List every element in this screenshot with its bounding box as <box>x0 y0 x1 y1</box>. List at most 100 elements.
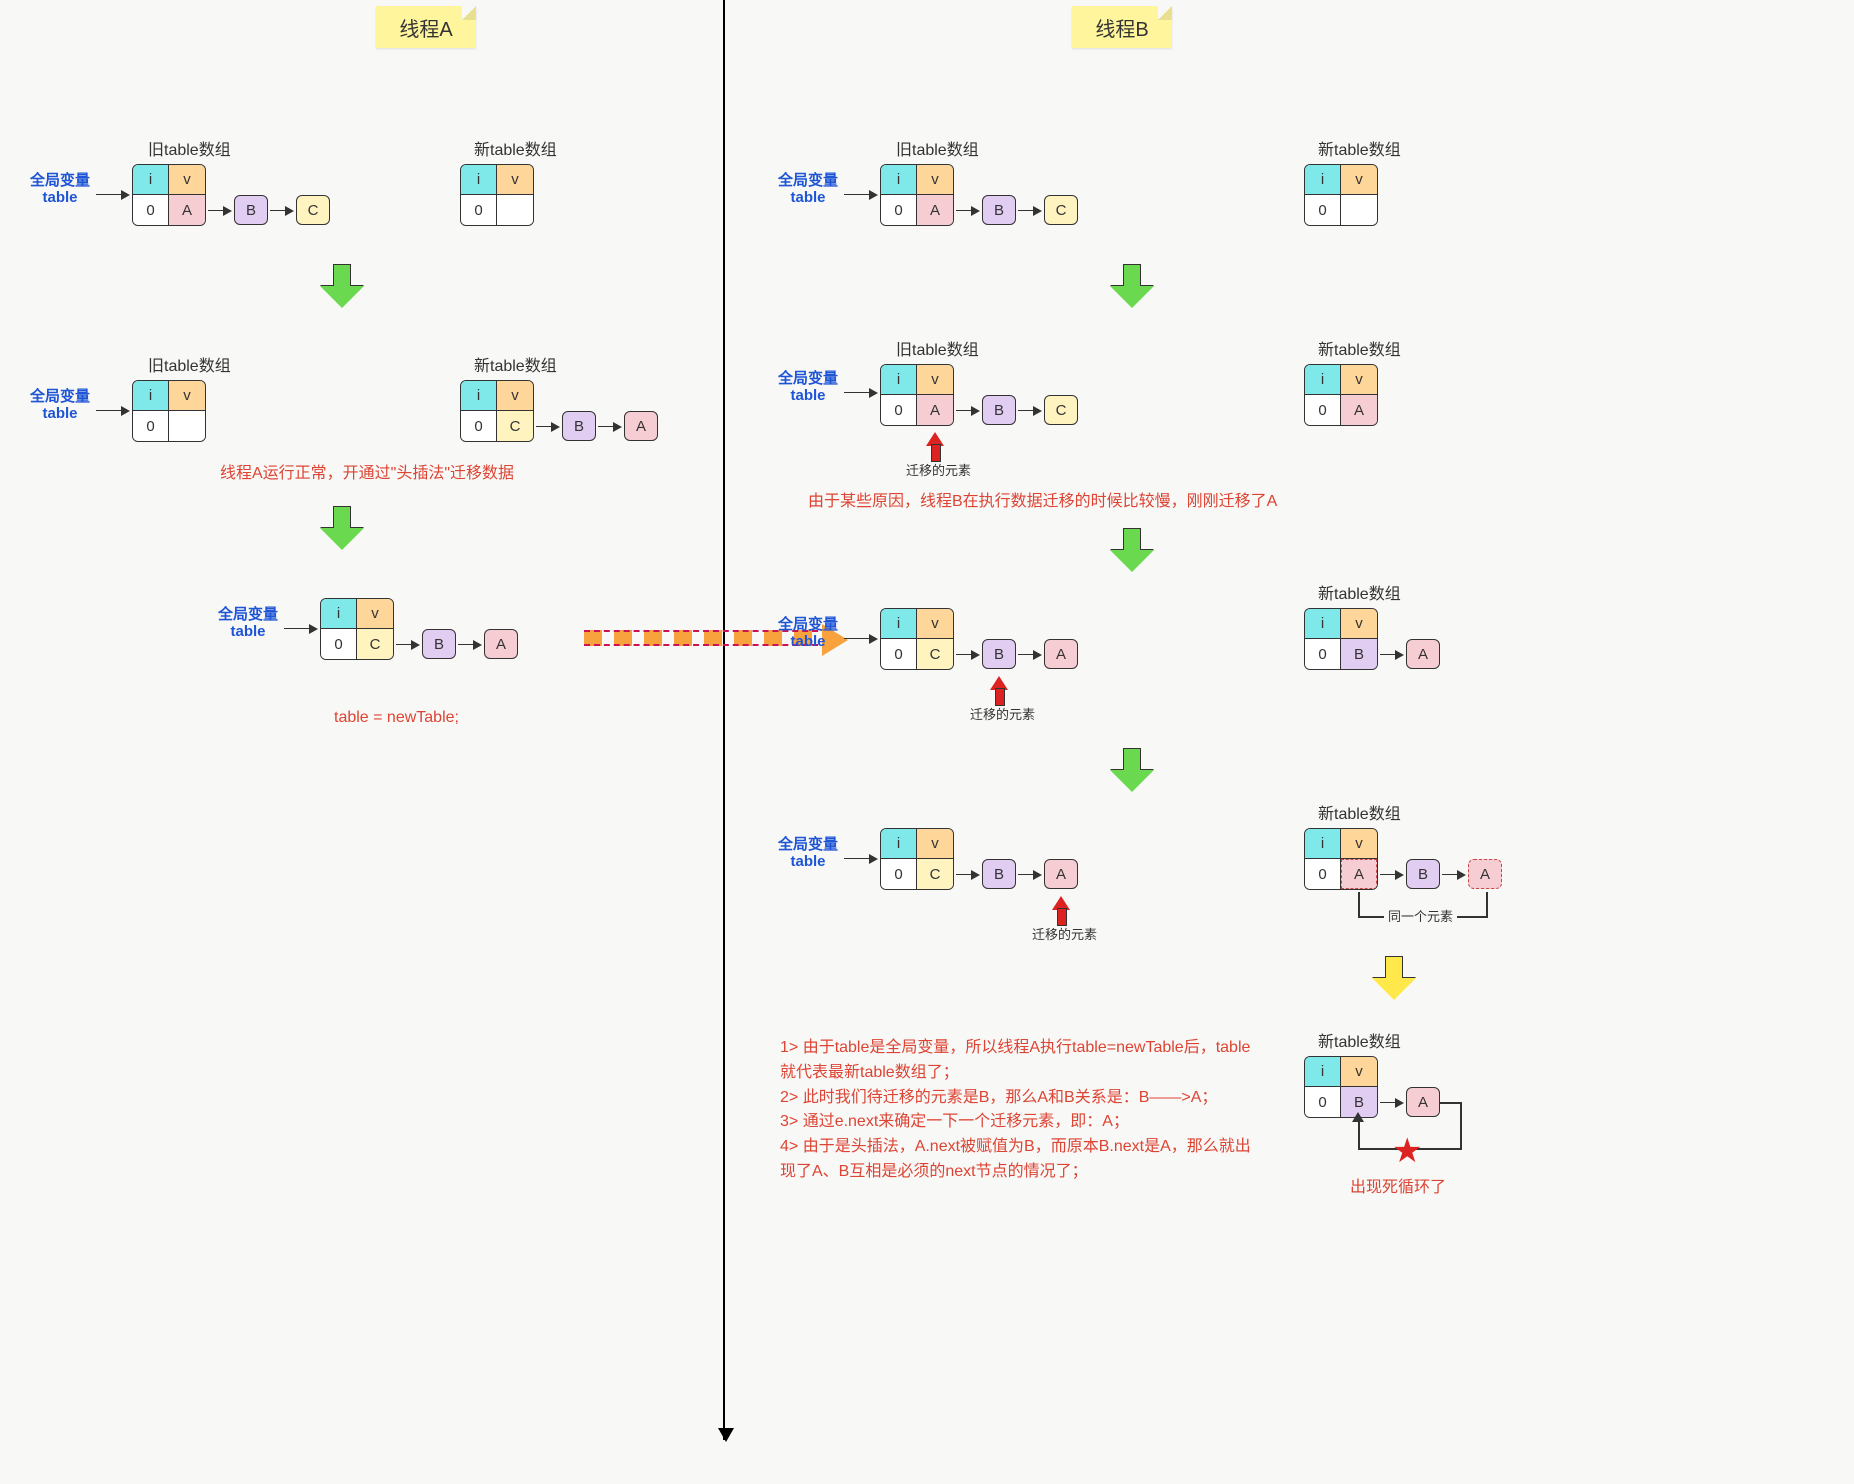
global-table-a3: i v 0 C <box>320 598 394 660</box>
node-B: B <box>562 411 596 441</box>
down-arrow-icon <box>320 506 364 550</box>
node-A: A <box>1406 1087 1440 1117</box>
arrow-icon <box>844 638 876 639</box>
star-icon: ★ <box>1392 1134 1422 1168</box>
cell: C <box>917 859 953 889</box>
arrow-icon <box>844 858 876 859</box>
cell: 0 <box>461 195 497 225</box>
node-B: B <box>982 395 1016 425</box>
cell: i <box>881 165 917 195</box>
cell: i <box>1305 1057 1341 1087</box>
node-A: A <box>624 411 658 441</box>
node-A: A <box>1044 859 1078 889</box>
migrate-marker <box>926 432 944 462</box>
old-table-a2: i v 0 <box>132 380 206 442</box>
arrow-icon <box>1442 874 1464 875</box>
new-table-label: 新table数组 <box>1318 580 1401 604</box>
cell: v <box>917 365 953 395</box>
cell: i <box>133 165 169 195</box>
node-C: C <box>296 195 330 225</box>
cell: B <box>1341 639 1377 669</box>
new-table-label: 新table数组 <box>1318 136 1401 160</box>
cell: A <box>1341 395 1377 425</box>
old-table-a1: i v 0 A <box>132 164 206 226</box>
cell: i <box>1305 165 1341 195</box>
thread-b-title: 线程B <box>1072 6 1172 48</box>
cell: C <box>497 411 533 441</box>
cell: v <box>169 381 205 411</box>
down-arrow-icon <box>1110 748 1154 792</box>
cell: 0 <box>881 859 917 889</box>
arrow-icon <box>598 426 620 427</box>
cell: i <box>1305 829 1341 859</box>
old-table-label: 旧table数组 <box>148 352 231 376</box>
arrow-icon <box>956 654 978 655</box>
cell: v <box>357 599 393 629</box>
cell: C <box>917 639 953 669</box>
cell <box>1341 195 1377 225</box>
cell <box>497 195 533 225</box>
arrow-icon <box>844 392 876 393</box>
cell: i <box>881 365 917 395</box>
cell: 0 <box>881 395 917 425</box>
new-table-label: 新table数组 <box>474 136 557 160</box>
new-table-b5: i v 0 B <box>1304 1056 1378 1118</box>
migrate-label: 迁移的元素 <box>906 460 971 479</box>
node-A: A <box>1406 639 1440 669</box>
global-table-b4: i v 0 C <box>880 828 954 890</box>
cell: A <box>917 195 953 225</box>
cell: v <box>1341 829 1377 859</box>
cell: i <box>133 381 169 411</box>
cell: i <box>881 829 917 859</box>
migrate-label: 迁移的元素 <box>970 704 1035 723</box>
migrate-label: 迁移的元素 <box>1032 924 1097 943</box>
cell: v <box>1341 1057 1377 1087</box>
node-B: B <box>1406 859 1440 889</box>
new-table-label: 新table数组 <box>1318 800 1401 824</box>
new-table-b1: i v 0 <box>1304 164 1378 226</box>
cell: A <box>169 195 205 225</box>
cell: 0 <box>133 411 169 441</box>
arrow-icon <box>1018 654 1040 655</box>
arrow-icon <box>96 410 128 411</box>
migrate-marker <box>1052 896 1070 926</box>
same-elem-label: 同一个元素 <box>1384 906 1457 925</box>
arrow-icon <box>458 644 480 645</box>
arrow-icon <box>1380 874 1402 875</box>
arrow-icon <box>1380 654 1402 655</box>
node-C: C <box>1044 395 1078 425</box>
note-a-headinsert: 线程A运行正常，开通过"头插法"迁移数据 <box>220 462 514 487</box>
cell: 0 <box>1305 639 1341 669</box>
down-arrow-icon <box>1110 264 1154 308</box>
arrow-icon <box>1380 1102 1402 1103</box>
down-arrow-icon <box>320 264 364 308</box>
cell: i <box>461 381 497 411</box>
arrow-icon <box>396 644 418 645</box>
cell: v <box>917 165 953 195</box>
cell: 0 <box>1305 395 1341 425</box>
node-A-dup: A <box>1468 859 1502 889</box>
arrow-icon <box>284 628 316 629</box>
new-table-label: 新table数组 <box>474 352 557 376</box>
cell: v <box>169 165 205 195</box>
arrow-icon <box>1018 874 1040 875</box>
node-B: B <box>982 195 1016 225</box>
cell: 0 <box>461 411 497 441</box>
old-table-b1: i v 0 A <box>880 164 954 226</box>
arrow-icon <box>956 410 978 411</box>
cell: i <box>321 599 357 629</box>
cell: v <box>917 829 953 859</box>
cell: v <box>1341 609 1377 639</box>
arrow-icon <box>270 210 292 211</box>
note-assign: table = newTable; <box>334 706 459 731</box>
cell: 0 <box>321 629 357 659</box>
cell: i <box>461 165 497 195</box>
cell: 0 <box>133 195 169 225</box>
cell: v <box>497 381 533 411</box>
migrate-marker <box>990 676 1008 706</box>
arrow-icon <box>208 210 230 211</box>
cell <box>169 411 205 441</box>
cell: A <box>917 395 953 425</box>
arrow-icon <box>956 210 978 211</box>
new-table-label: 新table数组 <box>1318 1028 1401 1052</box>
